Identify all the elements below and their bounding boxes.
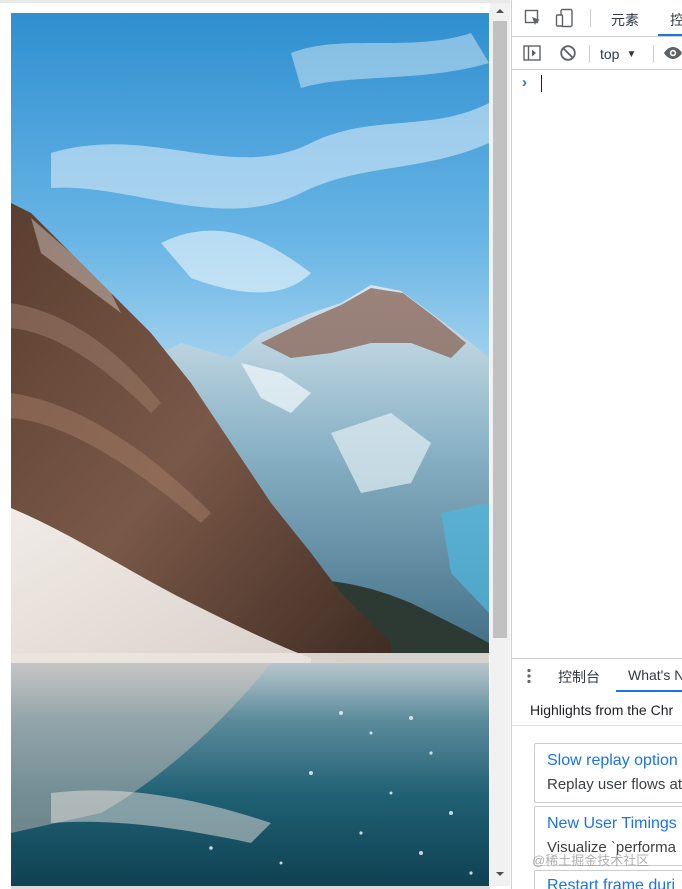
tab-console[interactable]: 控 (670, 10, 682, 30)
context-label: top (600, 46, 620, 62)
feature-card-title[interactable]: New User Timings (547, 815, 677, 833)
show-sidebar-icon[interactable] (521, 43, 543, 63)
scrollbar-thumb[interactable] (493, 21, 507, 638)
watermark: @稀土掘金技术社区 (532, 853, 650, 868)
more-vertical-icon[interactable] (526, 667, 532, 685)
feature-card-description: Replay user flows at (547, 776, 682, 793)
feature-card[interactable]: Slow replay option Replay user flows at (534, 743, 682, 803)
toolbar-separator-2 (653, 45, 654, 63)
active-tab-indicator (658, 34, 682, 36)
drawer-tabbar: 控制台 What's N (512, 658, 682, 694)
page-top-strip (0, 0, 510, 3)
mountain-lake-image (11, 13, 489, 887)
scroll-down-arrow-icon[interactable] (490, 866, 510, 882)
page-viewport (0, 0, 510, 889)
chevron-down-icon: ▼ (626, 48, 637, 60)
feature-card[interactable]: Restart frame duri (534, 870, 682, 889)
inspect-element-icon[interactable] (522, 8, 544, 28)
toolbar-separator (589, 45, 590, 63)
devtools-panel: 元素 控 top ▼ (511, 0, 682, 889)
drawer-tab-whats-new[interactable]: What's N (628, 667, 682, 683)
feature-card-title[interactable]: Slow replay option (547, 752, 678, 770)
live-expression-eye-icon[interactable] (662, 43, 682, 63)
device-toolbar-icon[interactable] (554, 8, 576, 28)
execution-context-select[interactable]: top ▼ (600, 44, 636, 64)
highlights-header: Highlights from the Chr (512, 693, 682, 726)
console-prompt-icon: › (522, 74, 527, 91)
feature-card-title[interactable]: Restart frame duri (547, 877, 675, 889)
console-toolbar: top ▼ (512, 37, 682, 70)
devtools-tabbar: 元素 控 (512, 0, 682, 37)
console-area[interactable]: › (512, 70, 682, 658)
scroll-up-arrow-icon[interactable] (490, 4, 510, 18)
clear-console-icon[interactable] (557, 43, 579, 63)
drawer-active-tab-indicator (616, 690, 682, 692)
tab-elements[interactable]: 元素 (611, 10, 639, 30)
highlights-text: Highlights from the Chr (530, 702, 674, 718)
tabbar-separator (590, 9, 591, 27)
drawer-tab-console[interactable]: 控制台 (558, 667, 600, 687)
console-input-caret[interactable] (541, 75, 542, 92)
